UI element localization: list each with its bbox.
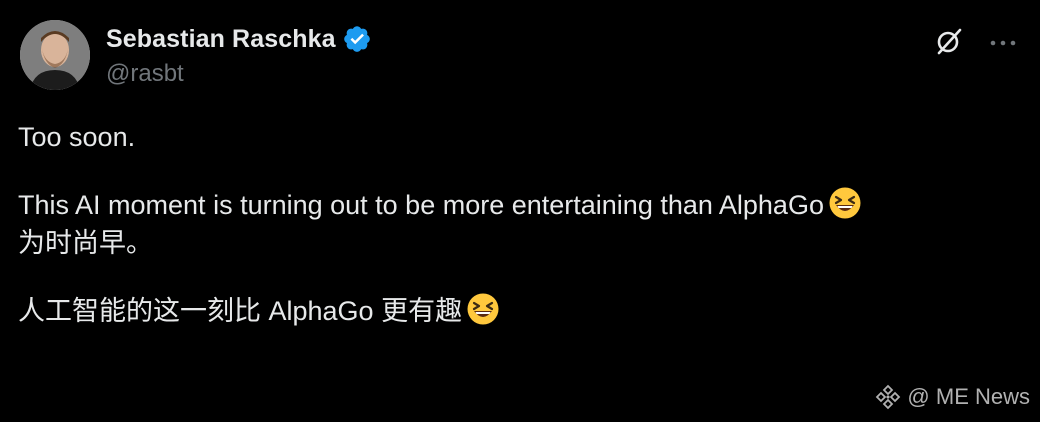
post-text: Too soon. This AI moment is turning out …	[18, 118, 1018, 330]
diamond-logo-icon	[876, 384, 901, 410]
author-display-name[interactable]: Sebastian Raschka	[106, 25, 336, 54]
name-row: Sebastian Raschka	[106, 22, 372, 56]
post-line-4: 人工智能的这一刻比 AlphaGo 更有趣	[18, 292, 1018, 330]
grinning-squinting-face-icon	[467, 293, 499, 325]
author-info: Sebastian Raschka @rasbt	[106, 22, 372, 88]
verified-badge-icon[interactable]	[342, 24, 372, 54]
grok-icon[interactable]	[934, 26, 964, 56]
avatar[interactable]	[20, 20, 90, 90]
post-line-1: Too soon.	[18, 122, 136, 152]
avatar-photo-icon	[20, 20, 90, 90]
watermark: @ ME News	[875, 384, 1030, 410]
post-line-3: 为时尚早。	[18, 228, 153, 258]
post-line-2-text: This AI moment is turning out to be more…	[18, 190, 824, 220]
post-line-4-text: 人工智能的这一刻比 AlphaGo 更有趣	[18, 296, 463, 326]
grinning-squinting-face-icon	[829, 187, 861, 219]
more-dots-icon[interactable]	[986, 26, 1020, 56]
author-handle[interactable]: @rasbt	[106, 60, 372, 88]
post-header: Sebastian Raschka @rasbt	[18, 18, 1022, 94]
watermark-text: @ ME News	[907, 384, 1030, 409]
post-line-2: This AI moment is turning out to be more…	[18, 186, 1018, 224]
